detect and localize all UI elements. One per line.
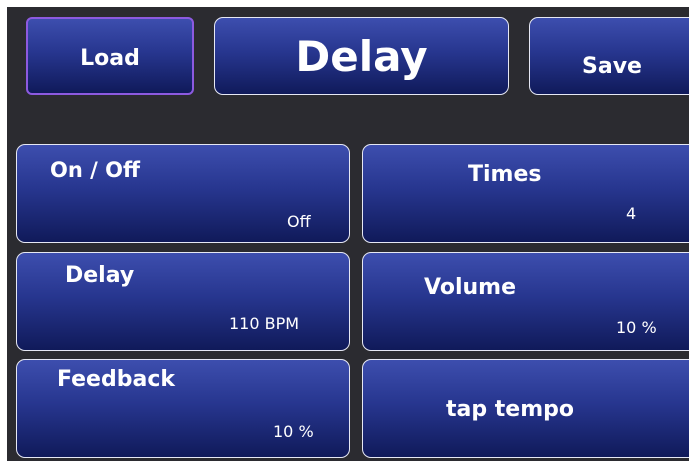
save-button[interactable]: Save [529, 17, 689, 95]
delay-label: Delay [65, 263, 135, 288]
on-off-value: Off [287, 212, 311, 231]
times-value: 4 [626, 204, 637, 223]
volume-label: Volume [424, 275, 516, 300]
feedback-control[interactable]: Feedback 10 % [16, 359, 350, 458]
on-off-label: On / Off [50, 158, 140, 182]
tap-tempo-button[interactable]: tap tempo [362, 359, 689, 458]
load-button[interactable]: Load [26, 17, 194, 95]
feedback-value: 10 % [273, 422, 314, 441]
times-label: Times [468, 162, 542, 187]
delay-value: 110 BPM [229, 314, 300, 333]
tap-tempo-label: tap tempo [446, 397, 574, 422]
page-title: Delay [295, 32, 428, 81]
times-control[interactable]: Times 4 [362, 144, 689, 243]
effect-title-button[interactable]: Delay [214, 17, 509, 95]
volume-control[interactable]: Volume 10 % [362, 252, 689, 351]
on-off-toggle[interactable]: On / Off Off [16, 144, 350, 243]
feedback-label: Feedback [57, 367, 175, 392]
delay-control[interactable]: Delay 110 BPM [16, 252, 350, 351]
save-button-label: Save [582, 54, 642, 79]
effect-panel: Load Delay Save On / Off Off Times 4 Del… [7, 7, 689, 461]
load-button-label: Load [80, 46, 140, 71]
volume-value: 10 % [616, 318, 657, 337]
